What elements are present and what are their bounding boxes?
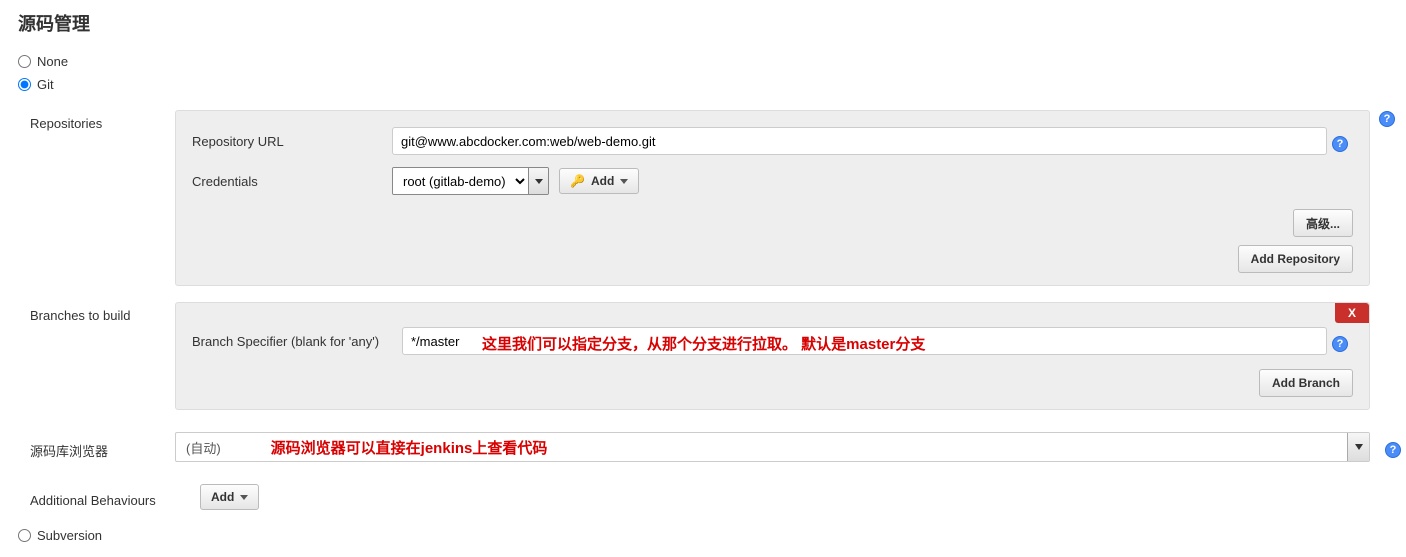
radio-none-label: None: [37, 54, 68, 69]
scm-option-subversion[interactable]: Subversion: [0, 524, 1406, 547]
help-icon[interactable]: ?: [1332, 136, 1348, 152]
label-source-browser: 源码库浏览器: [0, 435, 175, 460]
source-browser-value: (自动): [176, 438, 231, 457]
advanced-button[interactable]: 高级...: [1293, 209, 1353, 237]
input-branch-specifier[interactable]: [402, 327, 1327, 355]
help-icon[interactable]: ?: [1332, 336, 1348, 352]
panel-branch: X Branch Specifier (blank for 'any') 这里我…: [175, 302, 1370, 410]
row-branches: Branches to build X Branch Specifier (bl…: [0, 298, 1406, 414]
label-additional-behaviours: Additional Behaviours: [0, 487, 200, 508]
radio-none[interactable]: [18, 55, 31, 68]
row-repositories: Repositories ? Repository URL ? Credenti…: [0, 106, 1406, 290]
label-credentials: Credentials: [192, 174, 392, 189]
add-credentials-button[interactable]: 🔑 Add: [559, 168, 639, 194]
add-credentials-label: Add: [591, 174, 614, 188]
help-icon[interactable]: ?: [1385, 442, 1401, 458]
select-credentials[interactable]: root (gitlab-demo): [392, 167, 549, 195]
input-repo-url[interactable]: [392, 127, 1327, 155]
scm-option-git[interactable]: Git: [0, 73, 1406, 96]
scm-config-page: 源码管理 None Git Repositories ? Repository …: [0, 0, 1406, 557]
add-repository-button[interactable]: Add Repository: [1238, 245, 1353, 273]
add-behaviour-label: Add: [211, 490, 234, 504]
key-icon: 🔑: [570, 174, 585, 188]
panel-repository: ? Repository URL ? Credentials: [175, 110, 1370, 286]
label-repo-url: Repository URL: [192, 134, 392, 149]
select-source-browser[interactable]: (自动) 源码浏览器可以直接在jenkins上查看代码: [175, 432, 1370, 462]
add-branch-button[interactable]: Add Branch: [1259, 369, 1353, 397]
chevron-down-icon[interactable]: [1347, 433, 1369, 461]
label-branches: Branches to build: [0, 302, 175, 323]
radio-git[interactable]: [18, 78, 31, 91]
chevron-down-icon[interactable]: [528, 168, 548, 194]
radio-git-label: Git: [37, 77, 54, 92]
git-settings: Repositories ? Repository URL ? Credenti…: [0, 96, 1406, 514]
row-source-browser: 源码库浏览器 (自动) 源码浏览器可以直接在jenkins上查看代码 ?: [0, 428, 1406, 466]
help-icon[interactable]: ?: [1379, 111, 1395, 127]
add-behaviour-button[interactable]: Add: [200, 484, 259, 510]
select-credentials-inner[interactable]: root (gitlab-demo): [393, 168, 528, 194]
section-title: 源码管理: [0, 0, 1406, 50]
row-additional-behaviours: Additional Behaviours Add: [0, 480, 1406, 514]
label-repositories: Repositories: [0, 110, 175, 131]
scm-option-none[interactable]: None: [0, 50, 1406, 73]
radio-subversion-label: Subversion: [37, 528, 102, 543]
label-branch-specifier: Branch Specifier (blank for 'any'): [192, 334, 402, 349]
radio-subversion[interactable]: [18, 529, 31, 542]
annotation-browser: 源码浏览器可以直接在jenkins上查看代码: [271, 440, 548, 457]
